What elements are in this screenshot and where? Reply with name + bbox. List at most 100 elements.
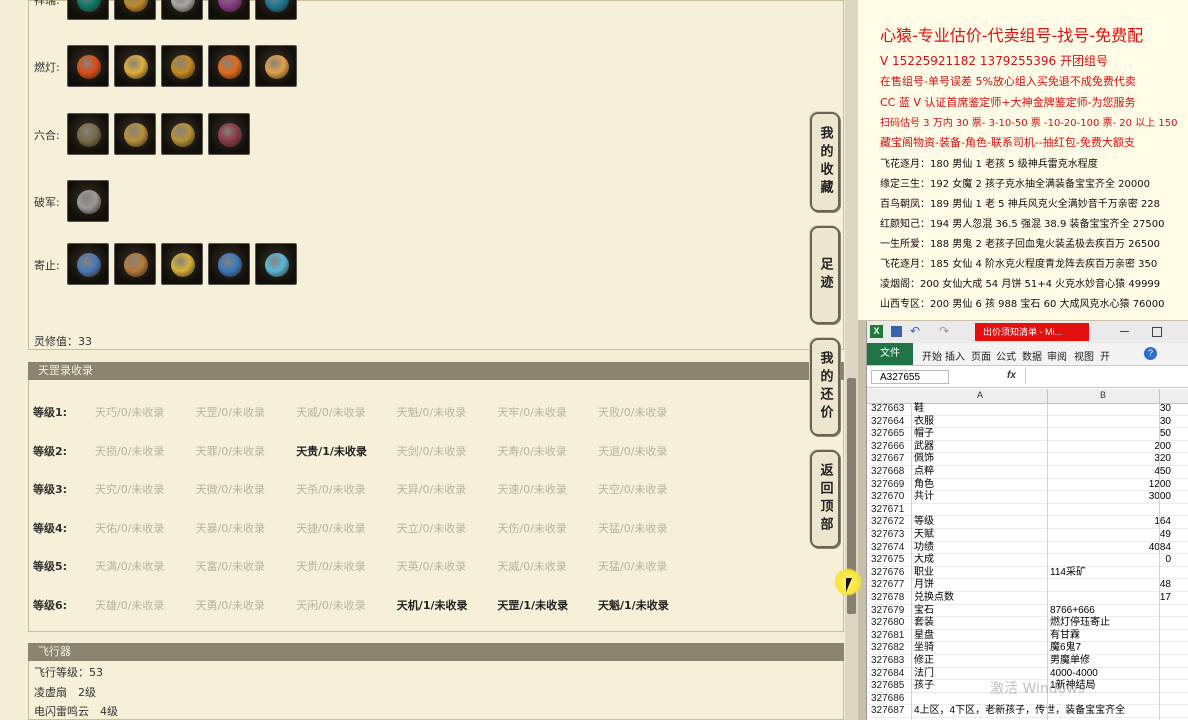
cell-a[interactable]: 角色	[914, 479, 934, 492]
column-header-b[interactable]: B	[1100, 390, 1106, 400]
cell-b[interactable]: 魔6鬼7	[1050, 642, 1081, 655]
cell-a[interactable]: 衣服	[914, 416, 934, 429]
undo-icon[interactable]: ↶	[910, 324, 920, 338]
ring-icon[interactable]	[161, 113, 203, 155]
ring-icon[interactable]	[114, 113, 156, 155]
ribbon-tab[interactable]: 视图	[1074, 348, 1094, 363]
back-to-top-button[interactable]: 返回顶部	[810, 450, 840, 548]
armlet-icon[interactable]	[67, 180, 109, 222]
spirit-icon[interactable]	[67, 243, 109, 285]
mask-icon[interactable]	[255, 0, 297, 20]
spreadsheet-row[interactable]: 327665 帽子 50	[867, 428, 1188, 441]
cell-b[interactable]: 30	[1160, 403, 1171, 416]
bracelet-icon[interactable]	[208, 113, 250, 155]
spreadsheet-row[interactable]: 327678 兑换点数 17	[867, 592, 1188, 605]
cell-b[interactable]: 燃灯停珏寄止	[1050, 617, 1110, 630]
cell-b[interactable]: 200	[1154, 441, 1171, 454]
spreadsheet-row[interactable]: 327670共计3000	[867, 491, 1188, 504]
save-icon[interactable]	[891, 326, 902, 337]
cell-a[interactable]: 修正	[914, 655, 934, 668]
ingot-icon[interactable]	[161, 243, 203, 285]
help-icon[interactable]: ?	[1144, 347, 1157, 360]
pet-icon[interactable]	[67, 0, 109, 20]
spreadsheet-row[interactable]: 327672 等级 164	[867, 516, 1188, 529]
spreadsheet-row[interactable]: 327687 4上区，4下区，老新孩子，传世，装备宝宝齐全	[867, 705, 1188, 718]
spreadsheet-row[interactable]: 327669角色1200	[867, 479, 1188, 492]
ribbon-tab[interactable]: 插入	[945, 348, 965, 363]
redo-icon[interactable]: ↷	[939, 324, 949, 338]
cell-b[interactable]: 320	[1154, 453, 1171, 466]
lantern-icon[interactable]	[208, 45, 250, 87]
spreadsheet-row[interactable]: 327680 套装 燃灯停珏寄止	[867, 617, 1188, 630]
spreadsheet-row[interactable]: 327683 修正 男魔单修	[867, 655, 1188, 668]
column-header-a[interactable]: A	[977, 390, 983, 400]
cell-a[interactable]: 鞋	[914, 403, 924, 416]
cell-b[interactable]: 30	[1160, 416, 1171, 429]
cell-a[interactable]: 坐骑	[914, 642, 934, 655]
cell-a[interactable]: 职业	[914, 567, 934, 580]
footprint-button[interactable]: 足迹	[810, 226, 840, 324]
cell-a[interactable]: 武器	[914, 441, 934, 454]
cell-b[interactable]: 50	[1160, 428, 1171, 441]
spreadsheet-row[interactable]: 327682 坐骑 魔6鬼7	[867, 642, 1188, 655]
cell-a[interactable]: 法门	[914, 668, 934, 681]
crystal-icon[interactable]	[208, 243, 250, 285]
cell-b[interactable]: 49	[1160, 529, 1171, 542]
ribbon-tab[interactable]: 开始	[922, 348, 942, 363]
cell-b[interactable]: 114采矿	[1050, 567, 1086, 580]
cell-a[interactable]: 星盘	[914, 630, 934, 643]
ribbon-tab[interactable]: 数据	[1022, 348, 1042, 363]
formula-input[interactable]	[1025, 369, 1186, 384]
ribbon-tab[interactable]: 审阅	[1047, 348, 1067, 363]
tab-file[interactable]: 文件	[867, 343, 913, 365]
wing-icon[interactable]	[255, 243, 297, 285]
cell-a[interactable]: 大成	[914, 554, 934, 567]
cell-b[interactable]: 8766+666	[1050, 605, 1095, 618]
ribbon-tab[interactable]: 页面	[971, 348, 991, 363]
ribbon-tab[interactable]: 开	[1100, 348, 1110, 363]
squid-icon[interactable]	[208, 0, 250, 20]
necklace-icon[interactable]	[67, 113, 109, 155]
robe-icon[interactable]	[114, 45, 156, 87]
cell-b[interactable]: 17	[1160, 592, 1171, 605]
cell-a[interactable]: 等级	[914, 516, 934, 529]
cell-a[interactable]: 功绩	[914, 542, 934, 555]
spreadsheet-row[interactable]: 327667 佩饰 320	[867, 453, 1188, 466]
cell-a[interactable]: 4上区，4下区，老新孩子，传世，装备宝宝齐全	[914, 705, 1125, 718]
cell-a[interactable]: 月饼	[914, 579, 934, 592]
cell-b[interactable]: 0	[1165, 554, 1171, 567]
cell-a[interactable]: 兑换点数	[914, 592, 954, 605]
my-bargain-button[interactable]: 我的还价	[810, 338, 840, 436]
cell-a[interactable]: 点粹	[914, 466, 934, 479]
cell-b[interactable]: 164	[1154, 516, 1171, 529]
cell-a[interactable]: 套装	[914, 617, 934, 630]
spreadsheet-row[interactable]: 327671	[867, 504, 1188, 517]
cell-a[interactable]: 天赋	[914, 529, 934, 542]
fx-icon[interactable]: fx	[1007, 370, 1016, 381]
maximize-icon[interactable]	[1152, 327, 1162, 337]
spreadsheet-row[interactable]: 327676 职业 114采矿	[867, 567, 1188, 580]
ribbon-tab[interactable]: 公式	[996, 348, 1016, 363]
bell-icon[interactable]	[161, 45, 203, 87]
spreadsheet-row[interactable]: 327668 点粹 450	[867, 466, 1188, 479]
cell-a[interactable]: 佩饰	[914, 453, 934, 466]
cake-icon[interactable]	[255, 45, 297, 87]
spreadsheet-row[interactable]: 327679 宝石 8766+666	[867, 605, 1188, 618]
cell-b[interactable]: 有甘霖	[1050, 630, 1080, 643]
spreadsheet-row[interactable]: 327681 星盘 有甘霖	[867, 630, 1188, 643]
cell-a[interactable]: 共计	[914, 491, 934, 504]
spreadsheet-row[interactable]: 327663 鞋 30	[867, 403, 1188, 416]
cell-b[interactable]: 男魔单修	[1050, 655, 1090, 668]
spreadsheet-row[interactable]: 327673 天赋 49	[867, 529, 1188, 542]
name-box[interactable]: A327655	[871, 370, 949, 384]
spreadsheet-row[interactable]: 327675 大成 0	[867, 554, 1188, 567]
cell-a[interactable]: 宝石	[914, 605, 934, 618]
spreadsheet-row[interactable]: 327674功绩4084	[867, 542, 1188, 555]
flame-icon[interactable]	[67, 45, 109, 87]
minimize-icon[interactable]	[1120, 331, 1129, 332]
cell-b[interactable]: 450	[1154, 466, 1171, 479]
my-favorites-button[interactable]: 我的收藏	[810, 112, 840, 212]
spreadsheet-row[interactable]: 327666 武器 200	[867, 441, 1188, 454]
spreadsheet-row[interactable]: 327664 衣服 30	[867, 416, 1188, 429]
cell-b[interactable]: 48	[1160, 579, 1171, 592]
